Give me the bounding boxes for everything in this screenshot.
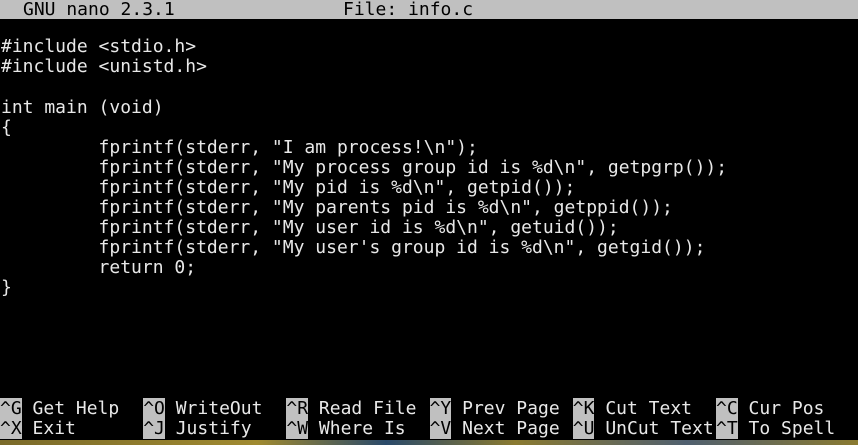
shortcut-label: Where Is bbox=[318, 418, 406, 440]
code-line[interactable]: fprintf(stderr, "My user id is %d\n", ge… bbox=[1, 218, 858, 238]
shortcut-label: WriteOut bbox=[175, 398, 263, 419]
shortcut-label: Exit bbox=[32, 418, 76, 440]
title-bar: GNU nano 2.3.1 File: info.c bbox=[0, 0, 858, 19]
code-line[interactable]: fprintf(stderr, "My process group id is … bbox=[1, 157, 858, 178]
shortcut-exit[interactable]: ^X Exit bbox=[0, 418, 76, 440]
code-line[interactable]: #include <stdio.h> bbox=[1, 37, 858, 57]
shortcut-label: To Spell bbox=[748, 418, 836, 440]
shortcut-key: ^U bbox=[572, 418, 595, 440]
shortcut-label: Read File bbox=[318, 398, 417, 419]
shortcut-read-file[interactable]: ^R Read File bbox=[286, 398, 417, 419]
shortcut-label: Next Page bbox=[462, 418, 560, 440]
shortcut-where-is[interactable]: ^W Where Is bbox=[286, 418, 406, 440]
code-line[interactable] bbox=[1, 77, 858, 97]
shortcut-key: ^T bbox=[716, 418, 738, 440]
shortcut-key: ^W bbox=[286, 418, 309, 440]
shortcut-key: ^R bbox=[286, 398, 309, 419]
code-line[interactable]: fprintf(stderr, "My user's group id is %… bbox=[1, 238, 858, 258]
code-line[interactable]: return 0; bbox=[1, 258, 858, 278]
shortcut-key: ^J bbox=[143, 418, 165, 440]
code-line[interactable]: { bbox=[1, 117, 858, 138]
shortcut-row: ^X Exit ^J Justify ^W Where Is ^V Next Page… bbox=[0, 418, 858, 440]
shortcut-key: ^C bbox=[716, 398, 738, 419]
shortcut-prev-page[interactable]: ^Y Prev Page bbox=[429, 398, 560, 419]
code-line[interactable]: #include <unistd.h> bbox=[1, 57, 858, 77]
shortcut-cur-pos[interactable]: ^C Cur Pos bbox=[716, 398, 825, 419]
shortcut-label: Cur Pos bbox=[748, 398, 825, 419]
shortcut-next-page[interactable]: ^V Next Page bbox=[429, 418, 560, 440]
desktop-background bbox=[0, 440, 858, 445]
code-line[interactable]: fprintf(stderr, "My parents pid is %d\n"… bbox=[1, 198, 858, 218]
app-version: GNU nano 2.3.1 bbox=[23, 0, 175, 20]
shortcut-row: ^G Get Help ^O WriteOut ^R Read File ^Y Pre… bbox=[0, 398, 858, 419]
code-line[interactable]: int main (void) bbox=[1, 97, 858, 118]
shortcut-key: ^Y bbox=[429, 398, 452, 419]
code-line[interactable]: fprintf(stderr, "I am process!\n"); bbox=[1, 137, 858, 158]
file-name: File: info.c bbox=[343, 0, 474, 20]
shortcut-uncut-text[interactable]: ^U UnCut Text bbox=[572, 418, 714, 440]
shortcut-label: Justify bbox=[175, 418, 252, 440]
shortcut-get-help[interactable]: ^G Get Help bbox=[0, 398, 120, 419]
code-line[interactable]: } bbox=[1, 278, 858, 298]
shortcut-cut-text[interactable]: ^K Cut Text bbox=[572, 398, 693, 419]
shortcut-justify[interactable]: ^J Justify bbox=[143, 418, 252, 440]
shortcut-label: Get Help bbox=[32, 398, 120, 419]
shortcut-key: ^X bbox=[0, 418, 22, 440]
shortcut-key: ^G bbox=[0, 398, 22, 419]
shortcut-label: Cut Text bbox=[605, 398, 693, 419]
shortcut-label: UnCut Text bbox=[605, 418, 714, 440]
shortcut-writeout[interactable]: ^O WriteOut bbox=[143, 398, 263, 419]
shortcut-key: ^O bbox=[143, 398, 165, 419]
shortcut-key: ^V bbox=[429, 418, 452, 440]
shortcut-to-spell[interactable]: ^T To Spell bbox=[716, 418, 836, 440]
shortcut-label: Prev Page bbox=[462, 398, 560, 419]
code-line[interactable]: fprintf(stderr, "My pid is %d\n", getpid… bbox=[1, 177, 858, 198]
shortcut-key: ^K bbox=[572, 398, 595, 419]
